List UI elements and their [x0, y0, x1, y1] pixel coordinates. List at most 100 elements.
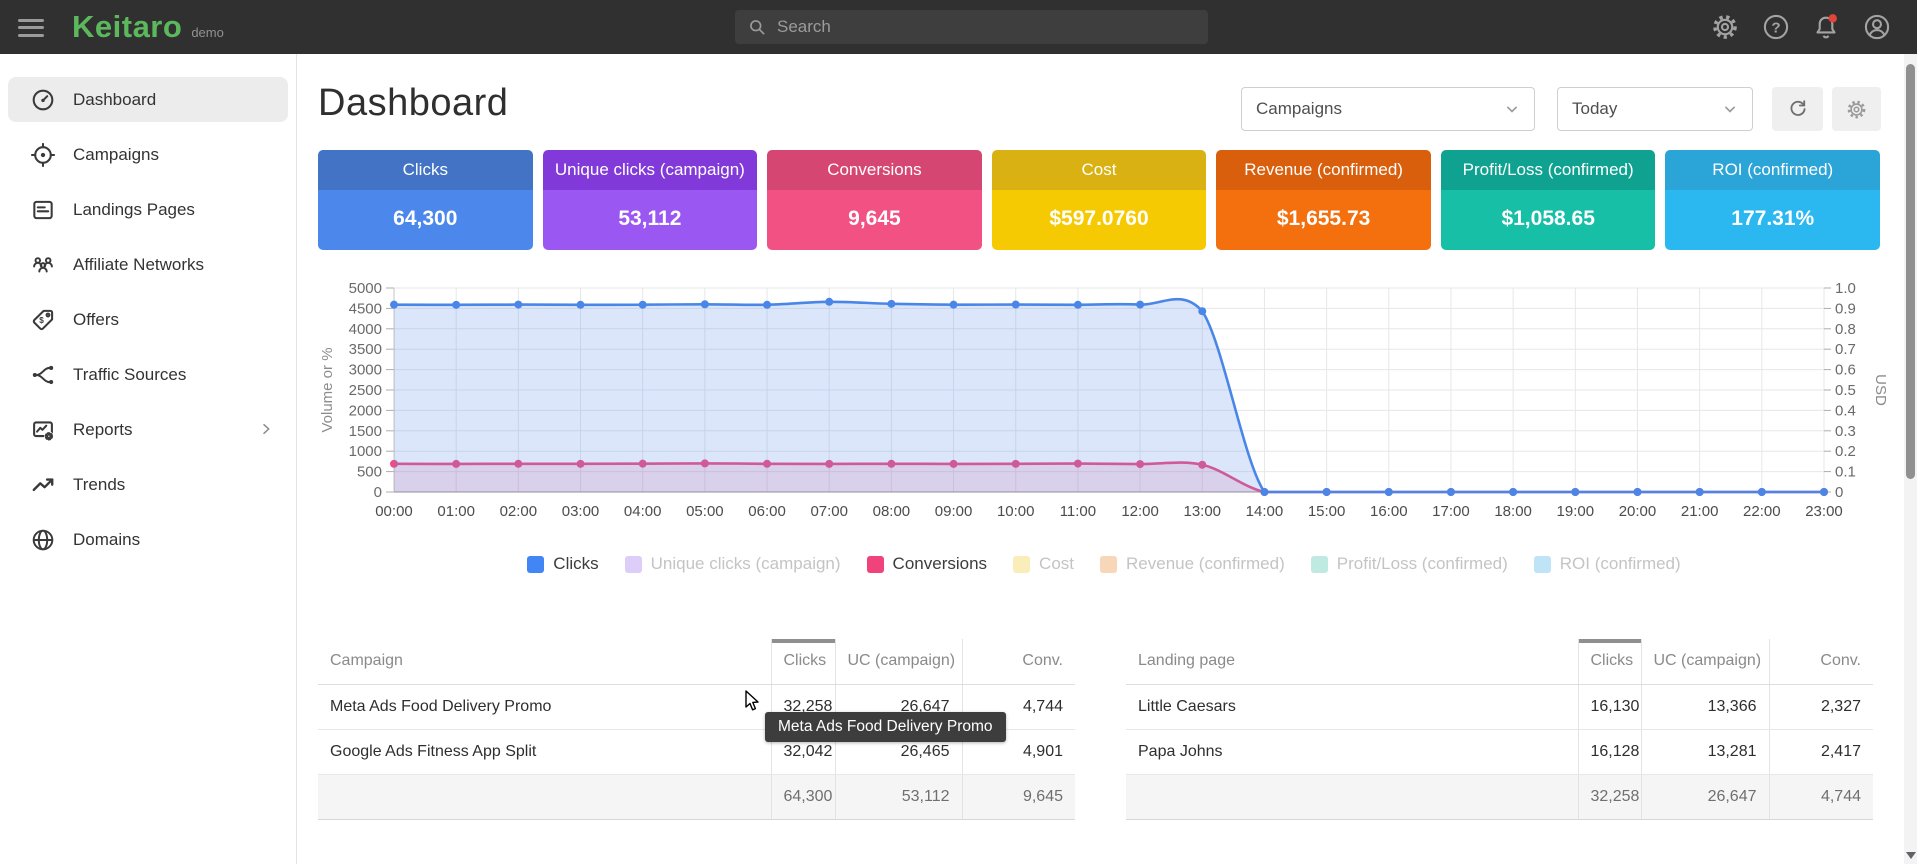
refresh-button[interactable]	[1772, 87, 1823, 131]
global-search[interactable]	[735, 10, 1208, 44]
svg-text:2500: 2500	[349, 382, 382, 399]
refresh-icon	[1787, 98, 1809, 120]
stat-card-value: 177.31%	[1665, 190, 1880, 250]
brand-badge: demo	[191, 25, 224, 40]
svg-text:07:00: 07:00	[810, 503, 848, 520]
sidebar-item-campaigns[interactable]: Campaigns	[0, 127, 296, 182]
legend-item-unique-clicks[interactable]: Unique clicks (campaign)	[625, 554, 841, 574]
legend-item-profit-loss[interactable]: Profit/Loss (confirmed)	[1311, 554, 1508, 574]
trending-up-icon	[30, 472, 56, 498]
column-header-campaign[interactable]: Campaign	[318, 639, 771, 684]
stat-card-label: Unique clicks (campaign)	[543, 150, 758, 190]
search-input[interactable]	[777, 17, 1196, 37]
stat-card-unique-clicks: Unique clicks (campaign) 53,112	[543, 150, 758, 250]
sidebar-item-offers[interactable]: $ Offers	[0, 292, 296, 347]
legend-item-cost[interactable]: Cost	[1013, 554, 1074, 574]
stat-card-value: 64,300	[318, 190, 533, 250]
svg-text:1000: 1000	[349, 443, 382, 460]
stat-card-label: Cost	[992, 150, 1207, 190]
column-header-clicks[interactable]: Clicks	[771, 639, 835, 684]
settings-icon[interactable]	[1711, 13, 1739, 41]
column-header-uc-campaign[interactable]: UC (campaign)	[835, 639, 962, 684]
svg-text:Volume or %: Volume or %	[319, 347, 336, 432]
column-header-conv[interactable]: Conv.	[962, 639, 1075, 684]
help-icon[interactable]: ?	[1762, 13, 1790, 41]
report-chart-icon	[30, 417, 56, 443]
svg-text:12:00: 12:00	[1121, 503, 1159, 520]
legend-swatch	[1311, 556, 1328, 573]
scroll-down-arrow-icon[interactable]	[1906, 852, 1916, 859]
svg-text:00:00: 00:00	[375, 503, 413, 520]
svg-text:3000: 3000	[349, 362, 382, 379]
brand-name: Keitaro	[72, 9, 182, 45]
topbar: Keitaro demo ?	[0, 0, 1917, 54]
legend-swatch	[1534, 556, 1551, 573]
sidebar-item-trends[interactable]: Trends	[0, 457, 296, 512]
column-header-landing-page[interactable]: Landing page	[1126, 639, 1578, 684]
scrollbar-track[interactable]	[1904, 54, 1917, 864]
table-row[interactable]: Papa Johns 16,128 13,281 2,417	[1126, 729, 1873, 774]
notification-dot	[1829, 14, 1837, 22]
svg-text:03:00: 03:00	[562, 503, 600, 520]
stat-card-value: $597.0760	[992, 190, 1207, 250]
sidebar-item-reports[interactable]: Reports	[0, 402, 296, 457]
grouping-select[interactable]: Campaigns	[1241, 87, 1535, 131]
hover-tooltip: Meta Ads Food Delivery Promo	[765, 712, 1006, 742]
column-header-conv[interactable]: Conv.	[1769, 639, 1873, 684]
branch-icon	[30, 362, 56, 388]
svg-text:17:00: 17:00	[1432, 503, 1470, 520]
sidebar: Dashboard Campaigns Landings Pages Affil…	[0, 54, 297, 864]
svg-text:15:00: 15:00	[1308, 503, 1346, 520]
svg-text:USD: USD	[1872, 374, 1889, 406]
page-icon	[30, 197, 56, 223]
svg-text:04:00: 04:00	[624, 503, 662, 520]
sidebar-item-traffic-sources[interactable]: Traffic Sources	[0, 347, 296, 402]
svg-text:0.5: 0.5	[1835, 382, 1856, 399]
notifications-icon[interactable]	[1812, 13, 1840, 41]
sidebar-item-dashboard[interactable]: Dashboard	[0, 72, 296, 127]
stat-card-value: $1,058.65	[1441, 190, 1656, 250]
legend-item-roi[interactable]: ROI (confirmed)	[1534, 554, 1681, 574]
chart-legend: Clicks Unique clicks (campaign) Conversi…	[318, 554, 1890, 574]
svg-text:06:00: 06:00	[748, 503, 786, 520]
svg-text:0.9: 0.9	[1835, 300, 1856, 317]
sidebar-item-affiliate-networks[interactable]: Affiliate Networks	[0, 237, 296, 292]
gear-icon	[1846, 99, 1867, 120]
sidebar-item-landings-pages[interactable]: Landings Pages	[0, 182, 296, 237]
account-icon[interactable]	[1863, 13, 1891, 41]
stat-card-clicks: Clicks 64,300	[318, 150, 533, 250]
svg-text:10:00: 10:00	[997, 503, 1035, 520]
scrollbar-thumb[interactable]	[1906, 64, 1915, 479]
date-range-select[interactable]: Today	[1557, 87, 1753, 131]
legend-item-conversions[interactable]: Conversions	[867, 554, 988, 574]
legend-item-revenue[interactable]: Revenue (confirmed)	[1100, 554, 1285, 574]
brand-logo: Keitaro demo	[72, 9, 224, 45]
svg-text:0.3: 0.3	[1835, 423, 1856, 440]
landing-pages-table: Landing page Clicks UC (campaign) Conv. …	[1126, 639, 1873, 820]
svg-text:?: ?	[1771, 19, 1780, 36]
column-header-uc-campaign[interactable]: UC (campaign)	[1641, 639, 1769, 684]
dashboard-settings-button[interactable]	[1832, 87, 1881, 131]
svg-text:500: 500	[357, 464, 382, 481]
stat-card-value: $1,655.73	[1216, 190, 1431, 250]
svg-text:0.7: 0.7	[1835, 341, 1856, 358]
table-row[interactable]: Little Caesars 16,130 13,366 2,327	[1126, 684, 1873, 729]
stat-card-cost: Cost $597.0760	[992, 150, 1207, 250]
svg-text:2000: 2000	[349, 402, 382, 419]
stat-card-label: Clicks	[318, 150, 533, 190]
legend-swatch	[1100, 556, 1117, 573]
stat-card-value: 53,112	[543, 190, 758, 250]
legend-swatch	[527, 556, 544, 573]
svg-text:3500: 3500	[349, 341, 382, 358]
column-header-clicks[interactable]: Clicks	[1578, 639, 1641, 684]
svg-text:0: 0	[374, 484, 382, 501]
svg-text:01:00: 01:00	[437, 503, 475, 520]
sidebar-item-domains[interactable]: Domains	[0, 512, 296, 567]
menu-icon[interactable]	[18, 14, 48, 40]
legend-item-clicks[interactable]: Clicks	[527, 554, 598, 574]
svg-text:16:00: 16:00	[1370, 503, 1408, 520]
search-icon	[747, 17, 767, 37]
legend-swatch	[1013, 556, 1030, 573]
svg-text:21:00: 21:00	[1681, 503, 1719, 520]
chevron-down-icon	[1720, 99, 1740, 119]
